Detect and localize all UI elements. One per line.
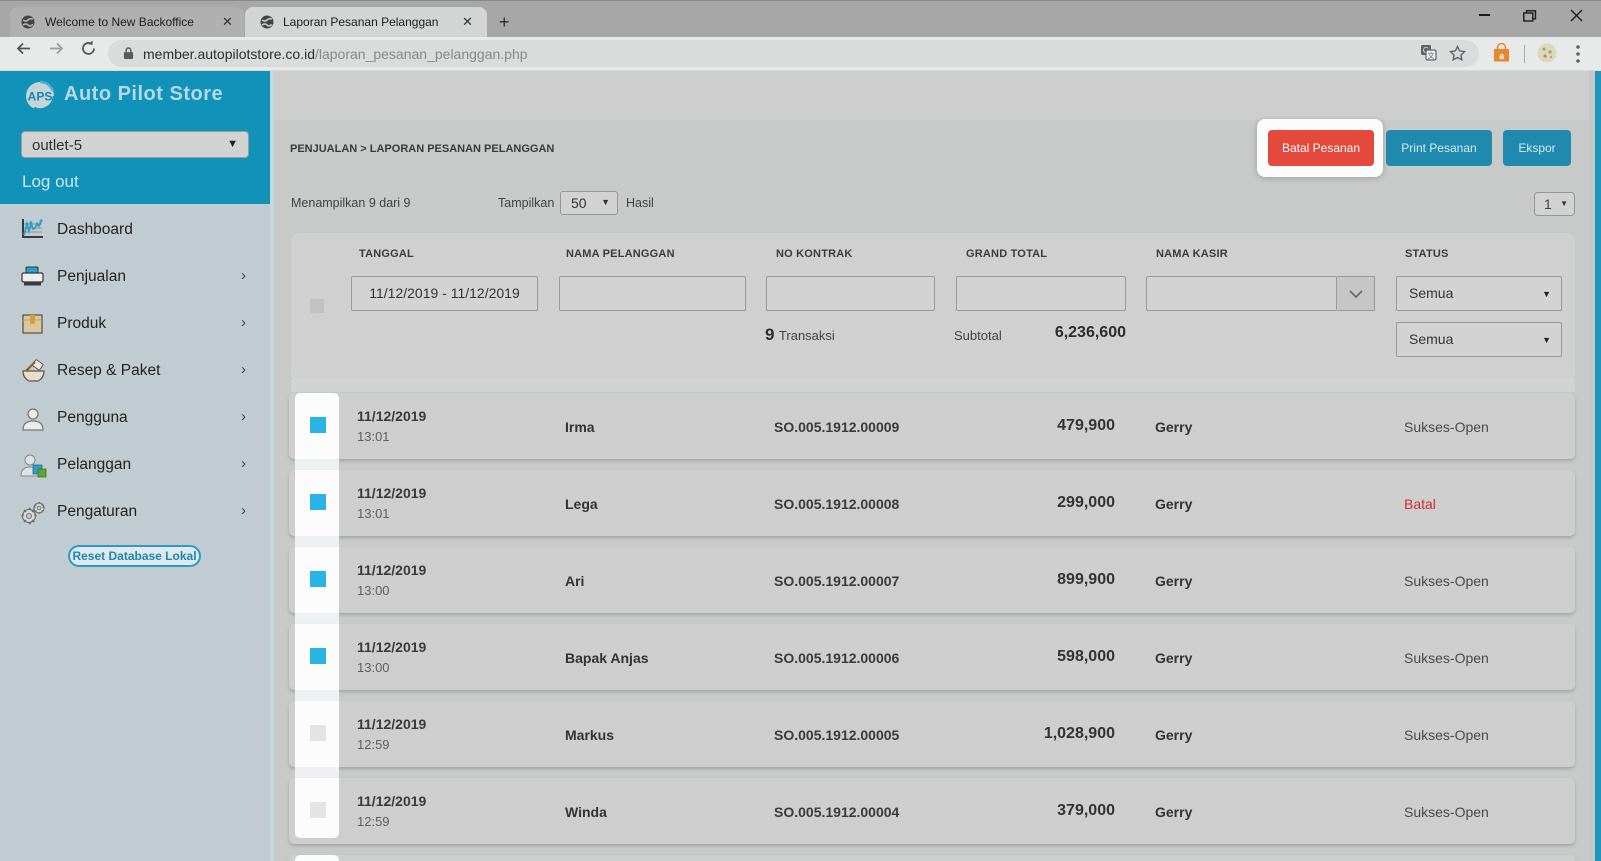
svg-text:文: 文 — [1428, 51, 1435, 60]
svg-text:APS: APS — [28, 90, 53, 104]
